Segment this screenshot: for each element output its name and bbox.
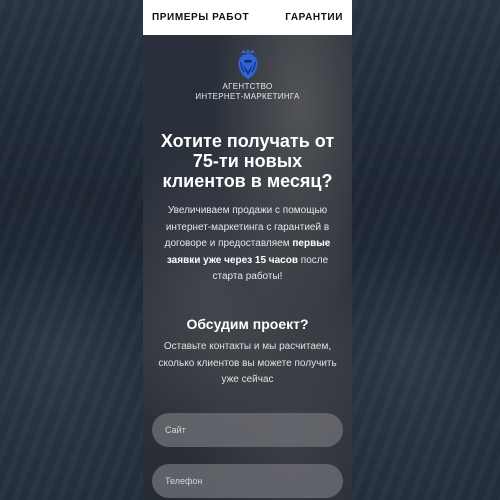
hero-lead-text: Увеличиваем продажи с помощью интернет-м… xyxy=(151,203,344,286)
mobile-viewport: ПРИМЕРЫ РАБОТ ГАРАНТИИ АГЕНТСТВО ИНТЕРНЕ… xyxy=(143,0,352,500)
agency-logo[interactable]: АГЕНТСТВО ИНТЕРНЕТ-МАРКЕТИНГА xyxy=(143,48,352,102)
logo-text-line2: ИНТЕРНЕТ-МАРКЕТИНГА xyxy=(195,92,300,101)
site-input[interactable] xyxy=(152,413,343,447)
lion-crest-icon xyxy=(237,49,258,79)
phone-input[interactable] xyxy=(152,464,343,498)
form-description: Оставьте контакты и мы расчитаем, скольк… xyxy=(158,341,337,385)
logo-text-line1: АГЕНТСТВО xyxy=(222,82,273,91)
nav-link-guarantees[interactable]: ГАРАНТИИ xyxy=(285,12,343,23)
hero-headline: Хотите получать от 75-ти новых клиентов … xyxy=(160,131,335,191)
page-background: ПРИМЕРЫ РАБОТ ГАРАНТИИ АГЕНТСТВО ИНТЕРНЕ… xyxy=(0,0,500,500)
nav-link-portfolio[interactable]: ПРИМЕРЫ РАБОТ xyxy=(152,12,249,23)
background-photo-left xyxy=(0,0,143,500)
top-navigation-bar: ПРИМЕРЫ РАБОТ ГАРАНТИИ xyxy=(143,0,352,35)
form-title: Обсудим проект? xyxy=(186,316,309,332)
background-photo-right xyxy=(352,0,500,500)
